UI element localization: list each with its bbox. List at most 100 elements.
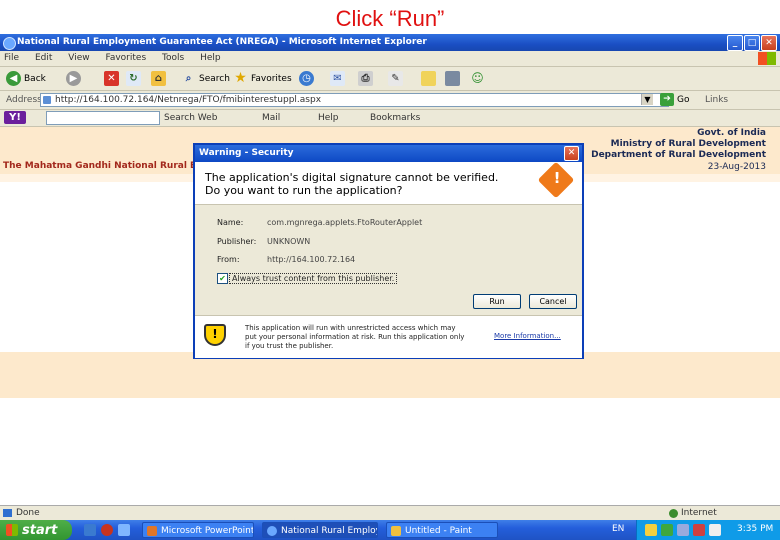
mail-button[interactable]: ✉: [330, 70, 345, 87]
folder-icon: [421, 71, 436, 86]
menu-favorites[interactable]: Favorites: [105, 51, 155, 66]
yahoo-mail-button[interactable]: Mail: [262, 113, 280, 123]
home-icon: ⌂: [151, 71, 166, 86]
dialog-titlebar: Warning - Security ✕: [195, 145, 582, 162]
forward-button[interactable]: ▶: [66, 70, 81, 87]
publisher-label: Publisher:: [217, 237, 257, 246]
favorites-button[interactable]: ★ Favorites: [233, 70, 292, 87]
back-arrow-icon: ◀: [6, 71, 21, 86]
refresh-icon: ↻: [126, 71, 141, 86]
tray-icon[interactable]: [661, 524, 673, 536]
quicklaunch-ie-icon[interactable]: [84, 524, 96, 536]
search-label: Search: [199, 73, 230, 84]
gov-of-india-text: Govt. of India: [697, 128, 766, 138]
yahoo-toolbar: Y! Search Web Mail Help Bookmarks: [0, 110, 780, 127]
ie-logo-icon: [3, 37, 16, 50]
window-titlebar: National Rural Employment Guarantee Act …: [0, 34, 780, 51]
messenger-icon: ☺: [471, 71, 484, 85]
taskbar-item-paint[interactable]: Untitled - Paint: [386, 522, 498, 538]
always-trust-label[interactable]: Always trust content from this publisher…: [229, 273, 398, 284]
powerpoint-icon: [147, 526, 157, 536]
menu-tools[interactable]: Tools: [162, 51, 193, 66]
language-indicator[interactable]: EN: [612, 524, 624, 534]
security-warning-dialog: Warning - Security ✕ The application's d…: [193, 143, 584, 359]
menu-view[interactable]: View: [68, 51, 98, 66]
internet-globe-icon: [669, 508, 678, 518]
dialog-question-line2: Do you want to run the application?: [205, 184, 403, 197]
page-date: 23-Aug-2013: [707, 162, 766, 172]
warning-exclamation-icon: !: [553, 169, 561, 187]
windows-logo-icon: [758, 52, 776, 65]
risk-warning-text: This application will run with unrestric…: [245, 324, 465, 350]
cancel-button[interactable]: Cancel: [529, 294, 577, 309]
shield-warning-icon: !: [204, 324, 226, 346]
dialog-title: Warning - Security: [199, 148, 294, 158]
address-bar: Address http://164.100.72.164/Netnrega/F…: [0, 91, 780, 110]
yahoo-logo[interactable]: Y!: [4, 111, 26, 124]
quicklaunch-desktop-icon[interactable]: [118, 524, 130, 536]
run-button[interactable]: Run: [473, 294, 521, 309]
clock[interactable]: 3:35 PM: [737, 524, 773, 534]
search-button[interactable]: ⌕ Search: [181, 70, 230, 87]
history-button[interactable]: ◷: [299, 70, 314, 87]
discuss-button[interactable]: [421, 70, 436, 87]
tray-icon[interactable]: [645, 524, 657, 536]
dialog-question-line1: The application's digital signature cann…: [205, 171, 499, 184]
go-button[interactable]: ➔ Go: [660, 93, 689, 106]
tray-icon[interactable]: [693, 524, 705, 536]
minimize-button[interactable]: _: [727, 35, 743, 51]
ministry-text: Ministry of Rural Development: [610, 139, 766, 149]
start-label: start: [22, 522, 58, 538]
taskbar-item-powerpoint[interactable]: Microsoft PowerPoint ...: [142, 522, 254, 538]
zone-label: Internet: [681, 508, 717, 518]
windows-logo-icon: [6, 524, 18, 536]
address-input[interactable]: http://164.100.72.164/Netnrega/FTO/fmibi…: [40, 93, 669, 107]
forward-arrow-icon: ▶: [66, 71, 81, 86]
refresh-button[interactable]: ↻: [126, 70, 141, 87]
publisher-value: UNKNOWN: [267, 237, 311, 246]
name-value: com.mgnrega.applets.FtoRouterApplet: [267, 218, 423, 227]
edit-icon: ✎: [388, 71, 403, 86]
print-icon: ⎙: [358, 71, 373, 86]
always-trust-checkbox[interactable]: ✔: [217, 273, 228, 284]
security-zone: Internet: [669, 508, 717, 518]
home-button[interactable]: ⌂: [151, 70, 166, 87]
menu-edit[interactable]: Edit: [35, 51, 61, 66]
quicklaunch-media-icon[interactable]: [101, 524, 113, 536]
print-button[interactable]: ⎙: [358, 70, 373, 87]
maximize-button[interactable]: □: [744, 35, 760, 51]
yahoo-help-button[interactable]: Help: [318, 113, 339, 123]
menu-help[interactable]: Help: [200, 51, 230, 66]
research-button[interactable]: [445, 70, 460, 87]
favorites-star-icon: ★: [234, 70, 247, 86]
go-arrow-icon: ➔: [660, 93, 674, 106]
edit-button[interactable]: ✎: [388, 70, 403, 87]
close-window-button[interactable]: ✕: [761, 35, 777, 51]
mgnrega-title: The Mahatma Gandhi National Rural Em: [3, 161, 206, 171]
menu-file[interactable]: File: [4, 51, 28, 66]
dialog-close-button[interactable]: ✕: [564, 146, 579, 161]
name-label: Name:: [217, 218, 244, 227]
research-icon: [445, 71, 460, 86]
yahoo-search-input[interactable]: [46, 111, 160, 125]
messenger-button[interactable]: ☺: [470, 70, 485, 87]
taskbar-item-ie[interactable]: National Rural Employ...: [262, 522, 378, 538]
yahoo-search-web-button[interactable]: Search Web: [164, 113, 217, 123]
yahoo-bookmarks-button[interactable]: Bookmarks: [370, 113, 420, 123]
ie-icon: [267, 526, 277, 536]
volume-icon[interactable]: [709, 524, 721, 536]
department-text: Department of Rural Development: [591, 150, 766, 160]
dialog-footer: ! This application will run with unrestr…: [195, 315, 582, 358]
tray-icon[interactable]: [677, 524, 689, 536]
taskbar-item-label: Microsoft PowerPoint ...: [161, 526, 254, 536]
system-tray: 3:35 PM: [636, 520, 780, 540]
links-button[interactable]: Links: [705, 95, 728, 105]
back-button[interactable]: ◀ Back: [6, 70, 46, 87]
taskbar: start Microsoft PowerPoint ... National …: [0, 520, 780, 540]
address-dropdown-icon[interactable]: ▼: [641, 94, 653, 105]
stop-button[interactable]: ✕: [104, 70, 119, 87]
more-information-link[interactable]: More Information...: [494, 332, 561, 340]
start-button[interactable]: start: [0, 520, 72, 540]
favorites-label: Favorites: [251, 73, 292, 84]
dialog-question: The application's digital signature cann…: [205, 171, 498, 197]
